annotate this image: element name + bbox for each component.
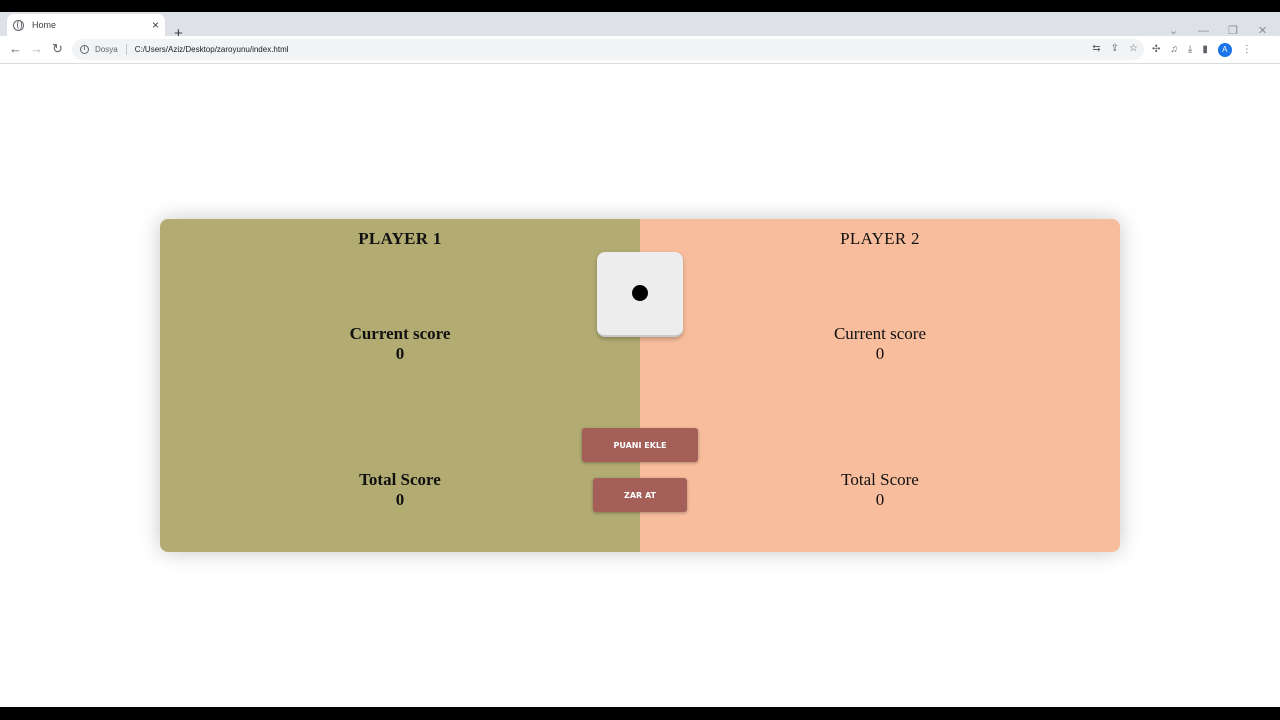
- add-score-button[interactable]: PUANI EKLE: [582, 428, 698, 462]
- globe-icon: [13, 19, 24, 31]
- player1-total-value: 0: [395, 490, 405, 509]
- menu-icon[interactable]: ⋮: [1242, 44, 1252, 56]
- browser-toolbar: ← → ↻ i Dosya C:/Users/Aziz/Desktop/zaro…: [0, 36, 1280, 64]
- player2-total-value: 0: [875, 490, 885, 509]
- media-icon[interactable]: ♫: [1170, 44, 1178, 56]
- screen-top-bar: [0, 0, 1280, 12]
- url-text[interactable]: C:/Users/Aziz/Desktop/zaroyunu/index.htm…: [135, 45, 289, 54]
- info-icon[interactable]: i: [80, 45, 89, 54]
- tab-close-icon[interactable]: ×: [152, 19, 159, 31]
- page-viewport: PLAYER 1 Current score 0 Total Score 0 P…: [0, 64, 1280, 707]
- player1-current-label: Current score: [349, 324, 451, 343]
- player2-total-label: Total Score: [841, 470, 919, 489]
- player1-panel: PLAYER 1 Current score 0 Total Score 0: [160, 219, 640, 552]
- tab-strip: Home × + ⌄ — ❐ ✕: [0, 12, 1280, 41]
- bookmark-star-icon[interactable]: ☆: [1129, 43, 1138, 55]
- browser-tab[interactable]: Home ×: [7, 14, 165, 36]
- omnibox-divider: [125, 44, 127, 55]
- player1-name: PLAYER 1: [358, 229, 442, 248]
- player2-current-value: 0: [875, 344, 885, 363]
- extensions-icon[interactable]: ✣: [1152, 44, 1160, 56]
- game-board: PLAYER 1 Current score 0 Total Score 0 P…: [160, 219, 1120, 552]
- player1-current-value: 0: [395, 344, 405, 363]
- roll-dice-button[interactable]: ZAR AT: [593, 478, 687, 512]
- side-panel-icon[interactable]: ▮: [1202, 44, 1208, 56]
- dice: [597, 252, 683, 337]
- translate-icon[interactable]: ⇆: [1092, 43, 1100, 55]
- dice-pip: [632, 285, 648, 301]
- screen-bottom-bar: [0, 707, 1280, 720]
- security-label: Dosya: [95, 45, 118, 54]
- avatar[interactable]: A: [1217, 43, 1232, 57]
- download-icon[interactable]: ⤓: [1188, 44, 1192, 56]
- forward-button[interactable]: →: [30, 42, 43, 55]
- player2-panel: PLAYER 2 Current score 0 Total Score 0: [640, 219, 1120, 552]
- back-button[interactable]: ←: [9, 42, 22, 55]
- share-icon[interactable]: ⇪: [1111, 43, 1119, 55]
- player2-current-label: Current score: [833, 324, 927, 343]
- tab-title: Home: [32, 20, 57, 30]
- reload-button[interactable]: ↻: [52, 42, 63, 55]
- address-bar[interactable]: i Dosya C:/Users/Aziz/Desktop/zaroyunu/i…: [72, 39, 1144, 60]
- player1-total-label: Total Score: [359, 470, 441, 489]
- player2-name: PLAYER 2: [840, 229, 920, 248]
